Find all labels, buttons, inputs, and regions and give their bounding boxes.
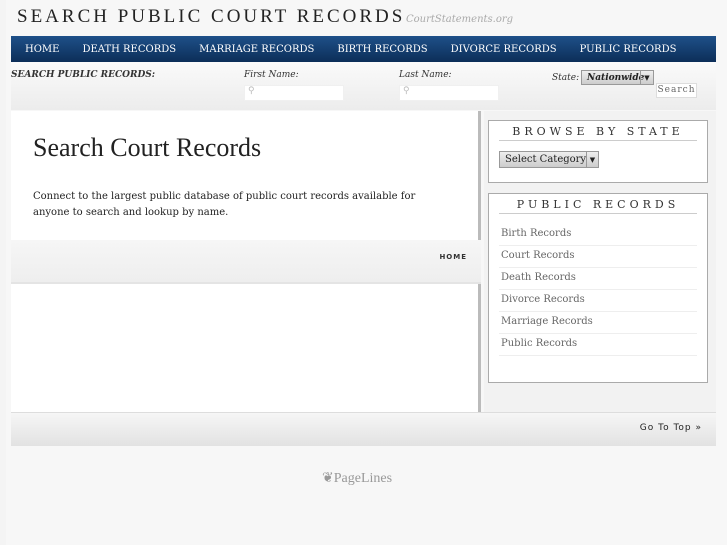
page-title: Search Court Records: [33, 133, 262, 162]
footer-bar: Go To Top »: [11, 412, 716, 446]
state-select[interactable]: Nationwide ▼: [581, 70, 654, 85]
search-bar: SEARCH PUBLIC RECORDS: First Name: ⚲ Las…: [11, 62, 716, 110]
pagelines-logo[interactable]: ❦PageLines: [322, 470, 392, 487]
site-title[interactable]: SEARCH PUBLIC COURT RECORDS: [17, 6, 405, 28]
breadcrumb-home[interactable]: HOME: [439, 253, 467, 261]
search-icon: ⚲: [248, 86, 255, 96]
category-select[interactable]: Select Category ▼: [499, 151, 599, 168]
logo-text: PageLines: [333, 471, 393, 486]
main-nav: HOME DEATH RECORDS MARRIAGE RECORDS BIRT…: [11, 36, 716, 62]
public-records-widget: PUBLIC RECORDS Birth Records Court Recor…: [488, 193, 708, 383]
search-heading: SEARCH PUBLIC RECORDS:: [11, 70, 156, 80]
search-icon: ⚲: [403, 86, 410, 96]
records-link-divorce[interactable]: Divorce Records: [499, 290, 697, 312]
browse-by-state-widget: BROWSE BY STATE Select Category ▼: [488, 120, 708, 183]
state-value: Nationwide: [587, 73, 645, 83]
first-name-label: First Name:: [244, 70, 299, 80]
first-name-input[interactable]: ⚲: [244, 85, 344, 101]
search-button[interactable]: Search: [656, 83, 697, 98]
records-link-birth[interactable]: Birth Records: [499, 224, 697, 246]
records-link-marriage[interactable]: Marriage Records: [499, 312, 697, 334]
intro-text: Connect to the largest public database o…: [33, 191, 416, 218]
records-title: PUBLIC RECORDS: [499, 198, 697, 214]
go-to-top-link[interactable]: Go To Top »: [640, 423, 702, 433]
records-link-public[interactable]: Public Records: [499, 334, 697, 356]
state-label: State:: [552, 73, 580, 83]
last-name-input[interactable]: ⚲: [399, 85, 499, 101]
breadcrumb: HOME: [11, 240, 481, 284]
category-value: Select Category: [505, 154, 587, 165]
chevron-down-icon: ▼: [640, 71, 653, 84]
nav-birth-records[interactable]: BIRTH RECORDS: [337, 44, 427, 55]
sidebar: BROWSE BY STATE Select Category ▼ PUBLIC …: [484, 111, 716, 412]
site-tagline: CourtStatements.org: [406, 14, 514, 25]
nav-home[interactable]: HOME: [25, 44, 59, 55]
last-name-label: Last Name:: [399, 70, 452, 80]
nav-public-records[interactable]: PUBLIC RECORDS: [580, 44, 677, 55]
nav-death-records[interactable]: DEATH RECORDS: [82, 44, 176, 55]
browse-title: BROWSE BY STATE: [499, 125, 697, 141]
records-link-death[interactable]: Death Records: [499, 268, 697, 290]
records-link-court[interactable]: Court Records: [499, 246, 697, 268]
chevron-down-icon: ▼: [586, 152, 598, 167]
main-content: Search Court Records Connect to the larg…: [11, 111, 481, 412]
leaf-icon: ❦: [322, 471, 334, 486]
nav-marriage-records[interactable]: MARRIAGE RECORDS: [199, 44, 314, 55]
nav-divorce-records[interactable]: DIVORCE RECORDS: [451, 44, 557, 55]
